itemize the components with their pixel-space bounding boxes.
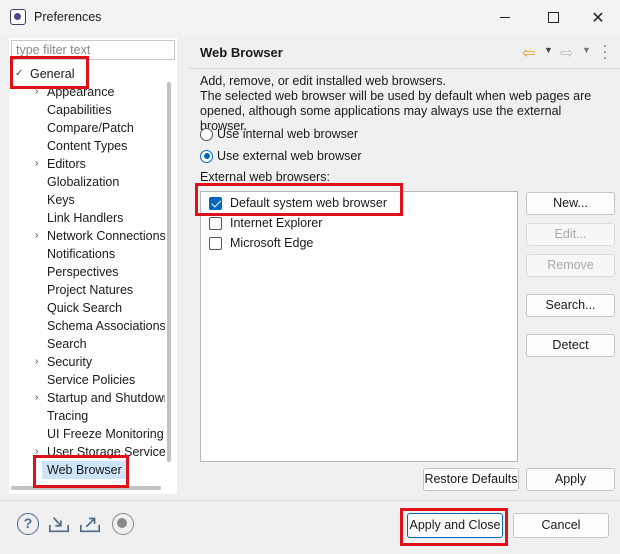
detect-button[interactable]: Detect [526,334,615,357]
checkbox-unchecked[interactable] [209,216,222,230]
help-icon[interactable]: ? [17,513,39,535]
stop-icon[interactable] [112,513,134,535]
filter-input[interactable] [11,40,175,60]
tree-item-label: Network Connections [47,229,165,243]
forward-dropdown-icon[interactable]: ▼ [582,45,591,55]
tree-item-label: User Storage Service [47,445,165,459]
tree-item-label: Link Handlers [47,211,124,225]
tree-item-label: Capabilities [47,103,112,117]
back-dropdown-icon[interactable]: ▼ [544,45,553,55]
window-title: Preferences [34,10,102,24]
title-separator [189,68,620,69]
tree-vertical-scrollbar[interactable] [167,82,171,462]
apply-and-close-button[interactable]: Apply and Close [407,513,503,538]
external-browsers-list[interactable]: Default system web browser Internet Expl… [200,191,518,462]
tree-item-label: Web Browser [42,461,127,479]
checkbox-checked[interactable] [209,196,222,210]
preferences-tree-pane: ✓General›AppearanceCapabilitiesCompare/P… [9,38,177,494]
browser-item-ie[interactable]: Internet Explorer [209,213,322,233]
tree-item-label: Service Policies [47,373,136,387]
back-arrow-icon[interactable]: ⇦ [522,43,535,63]
tree-item-label: Keys [47,193,75,207]
app-icon [10,9,26,25]
export-icon[interactable] [79,513,101,535]
view-menu-icon[interactable]: · · · [602,38,608,64]
import-icon[interactable] [48,513,70,535]
preferences-tree: ✓ General › Appearance Capabilities Compare/P… [9,62,165,492]
tree-item-label: Project Natures [47,283,134,297]
collapsed-chevron-icon[interactable]: › [35,443,45,461]
collapsed-chevron-icon[interactable]: › [35,155,45,173]
page-title: Web Browser [200,45,283,60]
tree-item-label: Quick Search [47,301,123,315]
browser-item-edge[interactable]: Microsoft Edge [209,233,313,253]
tree-item-label: Perspectives [47,265,119,279]
tree-item-label: Security [47,355,93,369]
edit-button[interactable]: Edit... [526,223,615,246]
collapsed-chevron-icon[interactable]: › [35,227,45,245]
browser-item-label: Internet Explorer [230,216,323,230]
restore-defaults-button[interactable]: Restore Defaults [423,468,519,491]
remove-button[interactable]: Remove [526,254,615,277]
close-button[interactable]: ✕ [575,0,620,35]
collapsed-chevron-icon[interactable]: › [35,83,45,101]
radio-internal-browser[interactable]: Use internal web browser [200,125,358,143]
forward-arrow-icon[interactable]: ⇨ [560,43,573,63]
browser-item-label: Default system web browser [230,196,388,210]
footer-separator [0,500,620,501]
tree-horizontal-scrollbar[interactable] [11,486,161,490]
external-browsers-label: External web browsers: [200,170,330,184]
collapsed-chevron-icon[interactable]: › [35,389,45,407]
tree-item-label: Notifications [47,247,116,261]
cancel-button[interactable]: Cancel [513,513,609,538]
page-navigation: ⇦ ▼ ⇨ ▼ · · · [522,38,617,64]
radio-button-off[interactable] [200,127,213,141]
radio-button-on[interactable] [200,149,213,163]
radio-external-label: Use external web browser [217,149,362,163]
search-button[interactable]: Search... [526,294,615,317]
maximize-icon [547,12,559,23]
title-bar: Preferences ✕ [0,0,620,35]
tree-item-label: Startup and Shutdown [47,391,165,405]
minimize-button[interactable] [482,0,528,35]
maximize-button[interactable] [530,0,576,35]
radio-internal-label: Use internal web browser [217,127,359,141]
tree-item-label: Content Types [47,139,128,153]
description-line: Add, remove, or edit installed web brows… [200,74,446,88]
tree-item-label: Appearance [47,85,115,99]
web-browser-page: Web Browser ⇦ ▼ ⇨ ▼ · · · Add, remove, or … [189,38,620,498]
minimize-icon [500,17,510,18]
browser-item-default[interactable]: Default system web browser [209,193,387,213]
apply-button[interactable]: Apply [526,468,615,491]
radio-external-browser[interactable]: Use external web browser [200,147,362,165]
tree-item-label: Globalization [47,175,120,189]
tree-item-label: Editors [47,157,86,171]
checkbox-unchecked[interactable] [209,236,222,250]
tree-item-label: UI Freeze Monitoring [47,427,164,441]
browser-item-label: Microsoft Edge [230,236,314,250]
tree-item-label: Schema Associations [47,319,165,333]
tree-item-label: Tracing [47,409,89,423]
tree-item-label: Search [47,337,87,351]
collapsed-chevron-icon[interactable]: › [35,353,45,371]
expanded-chevron-icon[interactable]: ✓ [15,65,25,83]
description-line: The selected web browser will be used by… [200,89,592,103]
close-icon: ✕ [591,9,605,27]
new-button[interactable]: New... [526,192,615,215]
tree-item-label: General [30,67,75,81]
tree-item-label: Compare/Patch [47,121,134,135]
